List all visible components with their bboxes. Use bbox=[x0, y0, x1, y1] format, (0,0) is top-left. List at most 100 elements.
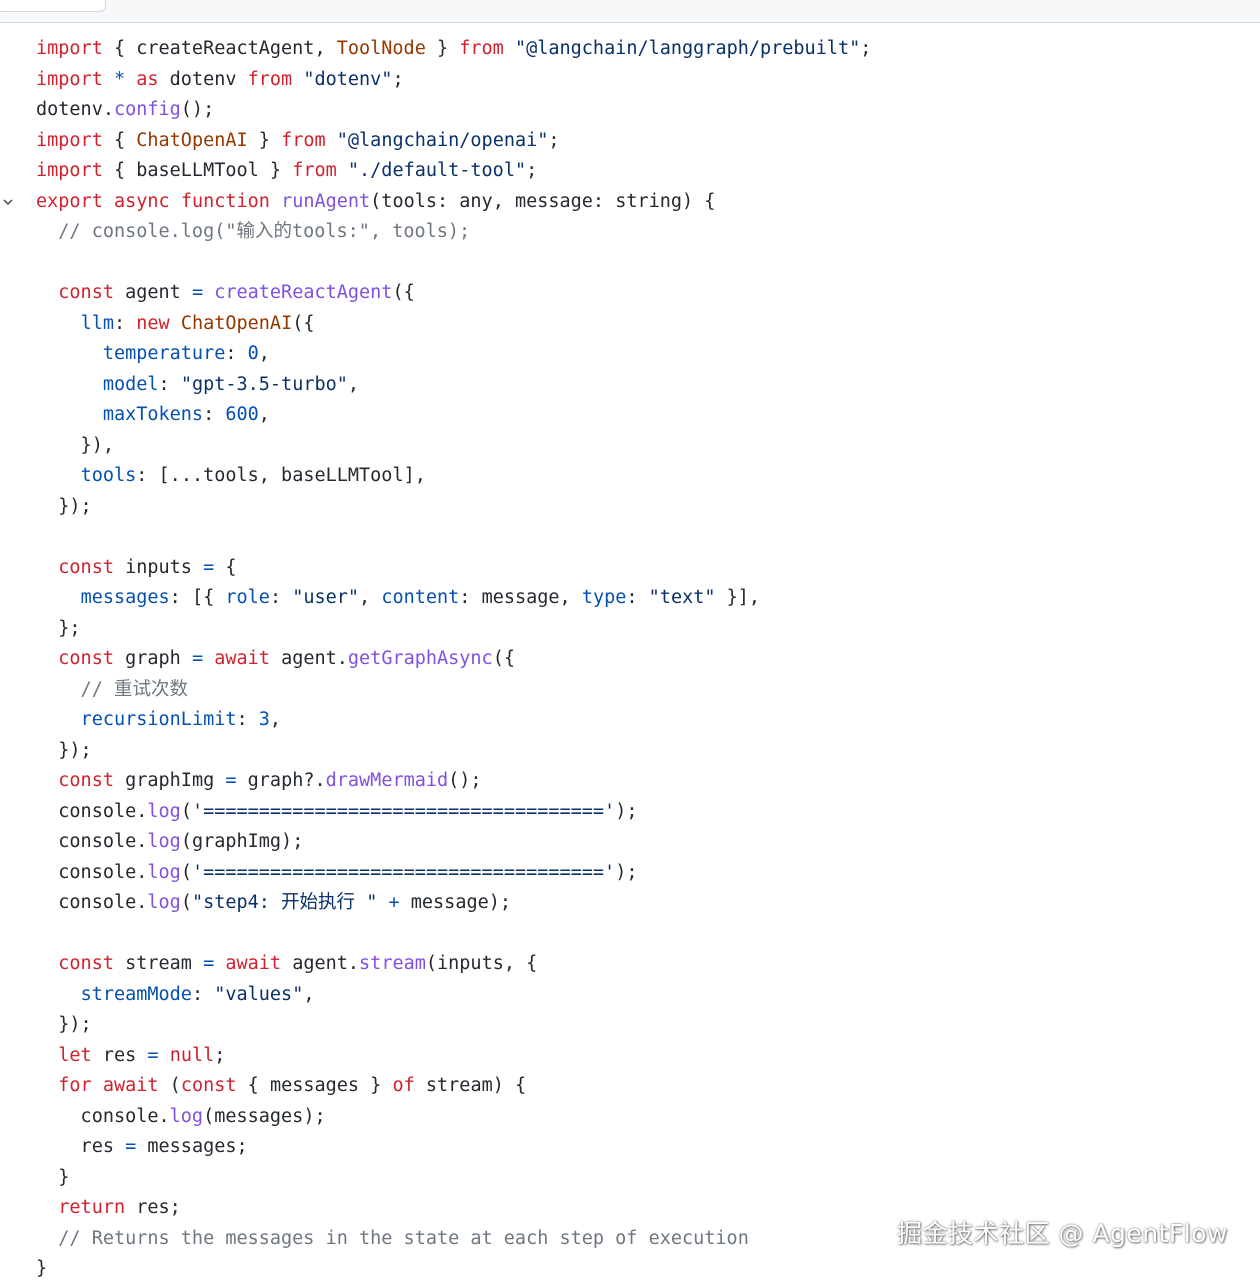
code-text-token: : bbox=[269, 587, 293, 608]
code-text-token: graph?. bbox=[236, 770, 326, 791]
code-line: console.log(graphImg); bbox=[36, 827, 1246, 858]
code-line: import { createReactAgent, ToolNode } fr… bbox=[36, 34, 1246, 65]
operator-token: = bbox=[191, 648, 204, 669]
code-text-token: graph bbox=[113, 648, 192, 669]
function-token: log bbox=[147, 892, 181, 913]
comment-token: // 重试次数 bbox=[36, 678, 188, 700]
code-line: maxTokens: 600, bbox=[36, 400, 1246, 431]
keyword-token: const bbox=[58, 953, 114, 974]
code-text-token: agent. bbox=[269, 648, 348, 669]
code-text-token: console. bbox=[36, 1105, 170, 1127]
code-text-token: graphImg bbox=[113, 770, 226, 791]
code-text-token: : message, bbox=[459, 587, 582, 608]
keyword-token: for bbox=[58, 1075, 92, 1096]
code-text-token: (inputs, { bbox=[425, 953, 538, 974]
code-text-token: (); bbox=[448, 770, 482, 791]
keyword-token: return bbox=[58, 1197, 126, 1218]
code-line: // 重试次数 bbox=[36, 675, 1246, 706]
code-text-token: }; bbox=[36, 617, 81, 639]
function-token: log bbox=[147, 861, 181, 883]
keyword-token: export bbox=[36, 190, 103, 212]
code-text-token: ( bbox=[158, 1075, 181, 1096]
code-line: messages: [{ role: "user", content: mess… bbox=[36, 583, 1246, 614]
keyword-token: const bbox=[180, 1075, 237, 1096]
code-text-token: messages; bbox=[136, 1136, 248, 1157]
property-token: temperature bbox=[102, 343, 226, 364]
code-text-token: console. bbox=[36, 831, 148, 852]
operator-token: = bbox=[191, 282, 204, 303]
code-line: }); bbox=[36, 736, 1246, 767]
number-token: 0 bbox=[247, 343, 259, 364]
editor-top-bar bbox=[0, 0, 1260, 23]
string-token: "gpt-3.5-turbo" bbox=[180, 373, 348, 395]
code-text-token: } bbox=[36, 1166, 70, 1188]
operator-token: = bbox=[203, 556, 215, 578]
code-line: console.log(messages); bbox=[36, 1102, 1246, 1133]
code-line: // console.log("输入的tools:", tools); bbox=[36, 217, 1246, 248]
code-line: console.log('===========================… bbox=[36, 797, 1246, 828]
code-text-token: : bbox=[236, 709, 259, 730]
editor-tab[interactable] bbox=[0, 0, 106, 12]
keyword-token: of bbox=[392, 1075, 415, 1096]
function-token: runAgent bbox=[281, 190, 371, 212]
property-token: streamMode bbox=[80, 983, 192, 1005]
keyword-token: import bbox=[36, 129, 103, 151]
code-line: dotenv.config(); bbox=[36, 95, 1246, 126]
code-line: console.log('===========================… bbox=[36, 858, 1246, 889]
string-token: "user" bbox=[292, 587, 360, 608]
code-text-token: agent bbox=[113, 282, 192, 303]
code-text-token: (tools: any, message: string) { bbox=[370, 190, 716, 212]
keyword-token: from bbox=[281, 129, 326, 151]
keyword-token: new bbox=[136, 312, 170, 334]
string-token: "@langchain/langgraph/prebuilt" bbox=[514, 38, 861, 59]
code-line: }; bbox=[36, 614, 1246, 645]
function-token: log bbox=[169, 1105, 204, 1127]
keyword-token: const bbox=[58, 770, 114, 791]
code-line: llm: new ChatOpenAI({ bbox=[36, 309, 1246, 340]
function-token: getGraphAsync bbox=[347, 648, 493, 669]
code-text-token: }), bbox=[36, 434, 114, 456]
code-text-token: { messages } bbox=[236, 1075, 393, 1096]
code-text-token: }); bbox=[36, 739, 92, 761]
code-line: const stream = await agent.stream(inputs… bbox=[36, 949, 1246, 980]
code-text-token: : [{ bbox=[169, 587, 226, 608]
operator-token: + bbox=[388, 892, 400, 913]
code-text-token: ( bbox=[180, 892, 192, 913]
code-text-token: console. bbox=[36, 892, 148, 913]
code-text-token: ( bbox=[180, 861, 192, 883]
code-line: let res = null; bbox=[36, 1041, 1246, 1072]
class-token: ChatOpenAI bbox=[136, 129, 248, 151]
property-token: llm bbox=[80, 312, 114, 334]
code-text-token: (graphImg); bbox=[180, 831, 304, 852]
number-token: 3 bbox=[258, 709, 270, 730]
watermark: 掘金技术社区 @ AgentFlow bbox=[897, 1219, 1228, 1248]
code-text-token: ; bbox=[860, 38, 872, 59]
property-token: content bbox=[381, 587, 460, 608]
code-text-token: stream bbox=[113, 953, 204, 974]
code-line: const inputs = { bbox=[36, 553, 1246, 584]
code-text-token: , bbox=[347, 373, 360, 395]
code-line: res = messages; bbox=[36, 1132, 1246, 1163]
code-text-token: dotenv bbox=[158, 68, 248, 90]
chevron-down-icon[interactable] bbox=[0, 187, 16, 218]
keyword-token: from bbox=[459, 38, 504, 59]
keyword-token: let bbox=[58, 1044, 92, 1066]
code-text-token: inputs bbox=[113, 556, 204, 578]
